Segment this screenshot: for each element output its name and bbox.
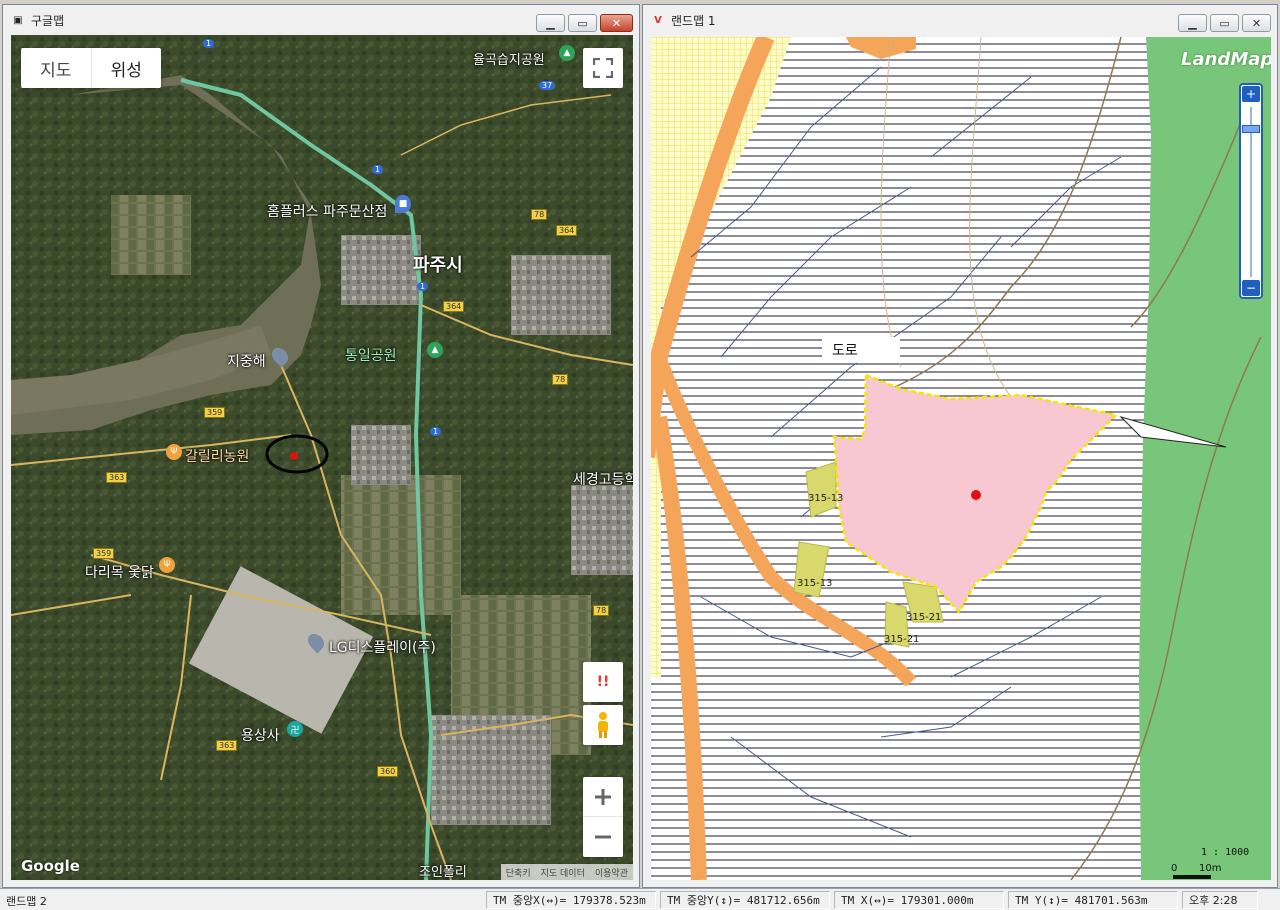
zoom-out-button[interactable] [583, 817, 623, 857]
map-type-satellite-button[interactable]: 위성 [92, 48, 162, 88]
road-shield: 364 [556, 225, 578, 236]
place-label[interactable]: 조인폴리 [419, 861, 467, 880]
map-data-link[interactable]: 지도 데이터 [536, 864, 590, 880]
terms-link[interactable]: 이용약관 [590, 864, 633, 880]
zoom-out-button[interactable]: − [1242, 280, 1260, 296]
temple-icon: 卍 [287, 721, 303, 737]
pegman-icon [598, 712, 608, 738]
road-shield: 1 [203, 39, 215, 48]
tm-y: TM Y(↕)= 481701.563m [1008, 891, 1178, 909]
minimize-button[interactable]: ▁ [536, 14, 565, 32]
road-shield: 1 [372, 165, 384, 174]
google-logo: Google [21, 857, 80, 875]
tm-center-x: TM 중앙X(↔)= 179378.523m [486, 891, 656, 909]
window-title: 구글맵 [31, 13, 65, 28]
zoom-out-icon [595, 835, 611, 839]
parcel-label: 315-21 [906, 612, 942, 623]
zoom-in-icon: + [1245, 87, 1257, 101]
road-shield: 78 [531, 209, 548, 220]
park-icon: ▲ [427, 342, 443, 358]
status-clock: 오후 2:28 [1182, 891, 1258, 909]
cadastral-drawing [651, 37, 1271, 880]
minimize-button[interactable]: ▁ [1178, 14, 1207, 32]
place-label[interactable]: 통일공원 [345, 345, 397, 365]
fullscreen-icon [593, 58, 613, 78]
zoom-in-button[interactable]: + [1242, 86, 1260, 102]
road-shield: 37 [539, 81, 556, 90]
satellite-imagery [11, 35, 633, 880]
street-view-button[interactable] [583, 705, 623, 745]
location-marker [971, 490, 981, 500]
place-label[interactable]: 율곡습지공원 [473, 49, 545, 68]
parcel-label: 315-13 [808, 493, 844, 504]
restaurant-icon: Ψ [159, 557, 175, 573]
map-type-map-button[interactable]: 지도 [21, 48, 92, 88]
park-icon: ▲ [559, 45, 575, 61]
satellite-map[interactable]: 1 37 78 364 364 359 363 359 78 78 363 36… [11, 35, 633, 880]
zoom-thumb[interactable] [1242, 125, 1260, 133]
app-icon: ▣ [13, 14, 23, 26]
zoom-in-button[interactable] [583, 777, 623, 817]
road-shield: 1 [417, 282, 429, 291]
scale-ratio: 1 : 1000 [1201, 847, 1250, 858]
road-shield: 78 [593, 605, 610, 616]
road-shield: 359 [204, 407, 226, 418]
scale-bar [1173, 875, 1211, 879]
google-map-window: ▣ 구글맵 ▁ ▭ ✕ 1 37 78 364 364 359 363 359 … [2, 4, 640, 888]
city-label[interactable]: 파주시 [413, 251, 463, 277]
road-shield: 359 [93, 548, 115, 559]
location-marker [290, 452, 298, 460]
zoom-slider[interactable]: + − [1239, 83, 1263, 299]
place-label[interactable]: 세경고등학 [573, 469, 633, 489]
parcel-label: 315-21 [884, 634, 920, 645]
road-shield: 364 [443, 301, 465, 312]
map-attribution: 단축키 지도 데이터 이용약관 [500, 864, 633, 880]
tm-x: TM X(↔)= 179301.000m [834, 891, 1004, 909]
place-label[interactable]: 지중해 [227, 351, 266, 371]
place-label[interactable]: 용상사 [241, 725, 280, 745]
road-shield: 363 [216, 740, 238, 751]
close-button[interactable]: ✕ [600, 14, 633, 32]
road-shield: 363 [106, 472, 128, 483]
map-type-control: 지도 위성 [21, 48, 161, 88]
parcel-label: 315-13 [797, 578, 833, 589]
cadastral-map[interactable]: LandMap + − 도로 315-13 315-13 315-21 315-… [651, 37, 1271, 880]
place-label[interactable]: 홈플러스 파주문산점 [267, 201, 387, 221]
road-shield: 1 [430, 427, 442, 436]
maximize-button[interactable]: ▭ [1210, 14, 1239, 32]
place-label[interactable]: 갈릴리농원 [185, 446, 249, 466]
status-app-name: 랜드맵 2 [6, 895, 47, 908]
place-label[interactable]: LG디스플레이(주) [329, 637, 436, 657]
shortcuts-link[interactable]: 단축키 [501, 864, 536, 880]
road-label: 도로 [822, 337, 900, 363]
landmap-app-icon: V [654, 14, 662, 26]
place-label[interactable]: 다리목 옻닭 [85, 562, 154, 582]
fullscreen-button[interactable] [583, 48, 623, 88]
scale-tick: 0 [1171, 863, 1178, 874]
close-button[interactable]: ✕ [1242, 14, 1271, 32]
zoom-control [583, 777, 623, 857]
zoom-out-icon: − [1245, 281, 1257, 295]
shopping-icon: ■ [395, 195, 411, 213]
landmap-window: V 랜드맵 1 ▁ ▭ ✕ LandMap + − 도로 315-13 315-… [642, 4, 1278, 888]
alert-button[interactable]: !! [583, 662, 623, 702]
restaurant-icon: Ψ [166, 444, 182, 460]
alert-icon: !! [596, 674, 610, 690]
status-bar: 랜드맵 2 TM 중앙X(↔)= 179378.523m TM 중앙Y(↕)= … [0, 888, 1280, 910]
window-title: 랜드맵 1 [671, 13, 716, 28]
road-shield: 360 [377, 766, 399, 777]
tm-center-y: TM 중앙Y(↕)= 481712.656m [660, 891, 830, 909]
scale-tick: 10m [1199, 863, 1222, 874]
landmap-logo: LandMap [1181, 49, 1271, 70]
road-shield: 78 [552, 374, 569, 385]
maximize-button[interactable]: ▭ [568, 14, 597, 32]
zoom-in-icon [595, 788, 611, 805]
